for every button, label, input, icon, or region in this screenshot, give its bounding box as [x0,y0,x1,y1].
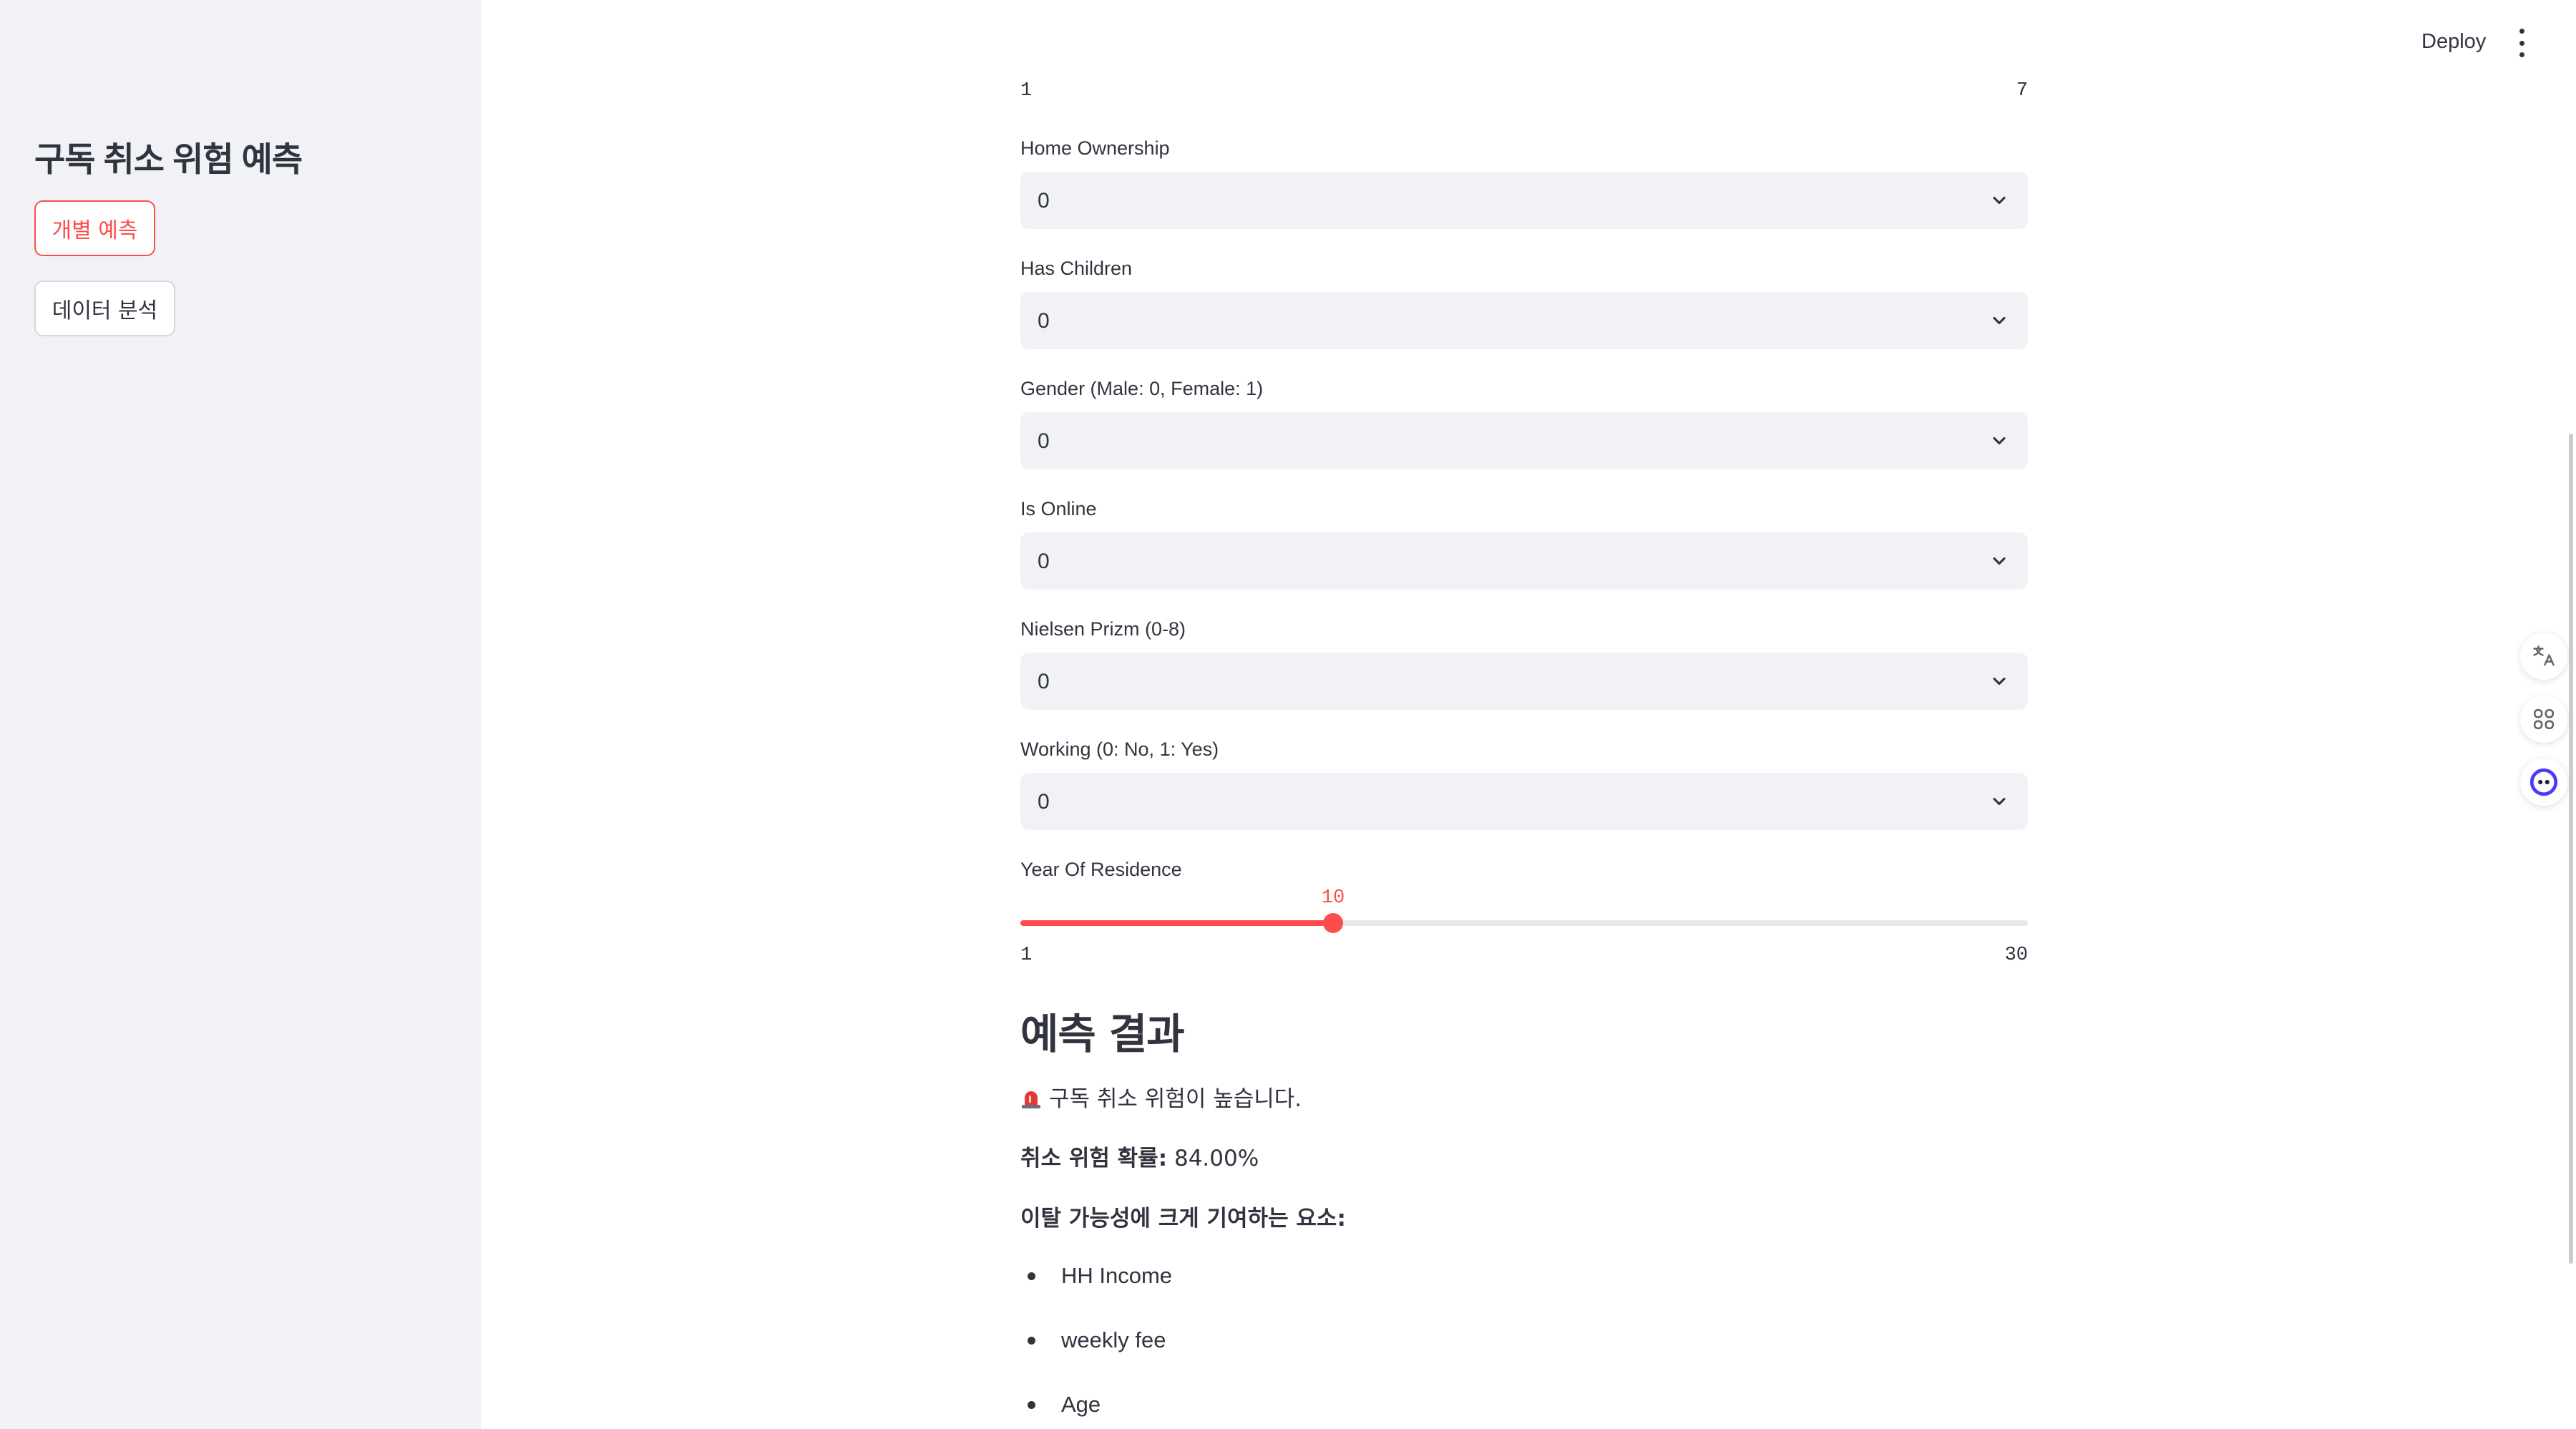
is-online-select[interactable]: 0 [1020,532,2028,590]
select-value: 0 [1038,670,1050,693]
select-value: 0 [1038,550,1050,573]
home-ownership-select[interactable]: 0 [1020,172,2028,229]
probability-label: 취소 위험 확률: [1020,1146,1168,1171]
home-ownership-label: Home Ownership [1020,137,1170,159]
translate-icon[interactable] [2520,633,2567,680]
list-item: Age [1020,1392,1101,1418]
factor-label: weekly fee [1061,1327,1166,1352]
is-online-label: Is Online [1020,498,1097,520]
gender-label: Gender (Male: 0, Female: 1) [1020,378,1264,399]
factor-label: Age [1061,1392,1101,1417]
slider-min-label: 1 [1020,945,1033,966]
list-item: HH Income [1020,1263,1172,1289]
factors-title: 이탈 가능성에 크게 기여하는 요소: [1020,1206,1346,1232]
working-label: Working (0: No, 1: Yes) [1020,738,1219,760]
bullet-dot [1028,1400,1035,1409]
deploy-button[interactable]: Deploy [2421,30,2486,54]
result-heading: 예측 결과 [1020,1010,1185,1058]
has-children-select[interactable]: 0 [1020,292,2028,349]
select-value: 0 [1038,189,1050,213]
sidebar-title: 구독 취소 위험 예측 [34,140,303,178]
slider-current-value: 10 [1321,887,1345,909]
factor-label: HH Income [1061,1263,1173,1288]
select-value: 0 [1038,309,1050,333]
year-of-residence-label: Year Of Residence [1020,859,1182,880]
more-vertical-icon[interactable] [2512,29,2532,57]
chevron-down-icon [1993,797,2006,806]
siren-icon [1022,1091,1040,1108]
nav-button-data-analysis[interactable]: 데이터 분석 [34,281,175,336]
top-slider-min-label: 1 [1020,80,1033,102]
sidebar: 구독 취소 위험 예측 개별 예측 데이터 분석 [0,0,481,1429]
bullet-dot [1028,1336,1035,1345]
probability-value: 84.00% [1174,1146,1259,1171]
chevron-down-icon [1993,557,2006,565]
list-item: weekly fee [1020,1327,1166,1353]
chevron-down-icon [1993,677,2006,686]
bullet-dot [1028,1272,1035,1280]
chevron-down-icon [1993,196,2006,205]
result-probability: 취소 위험 확률: 84.00% [1020,1140,1259,1172]
nielsen-prizm-select[interactable]: 0 [1020,653,2028,710]
working-select[interactable]: 0 [1020,773,2028,830]
result-status-text: 구독 취소 위험이 높습니다. [1049,1086,1302,1112]
chevron-down-icon [1993,316,2006,325]
has-children-label: Has Children [1020,258,1133,279]
top-slider-max-label: 7 [2016,80,2028,102]
year-of-residence-slider[interactable] [1020,913,2028,933]
assistant-icon[interactable] [2520,759,2567,806]
result-status: 구독 취소 위험이 높습니다. [1020,1081,1302,1113]
slider-thumb[interactable] [1323,913,1343,933]
nielsen-prizm-label: Nielsen Prizm (0-8) [1020,618,1186,640]
gender-select[interactable]: 0 [1020,412,2028,469]
select-value: 0 [1038,790,1050,814]
select-value: 0 [1038,429,1050,453]
slider-max-label: 30 [2004,945,2028,966]
slider-fill [1020,920,1333,926]
chevron-down-icon [1993,436,2006,445]
apps-icon[interactable] [2520,696,2567,743]
scrollbar-thumb[interactable] [2569,434,2573,1264]
nav-button-individual-prediction[interactable]: 개별 예측 [34,200,155,256]
